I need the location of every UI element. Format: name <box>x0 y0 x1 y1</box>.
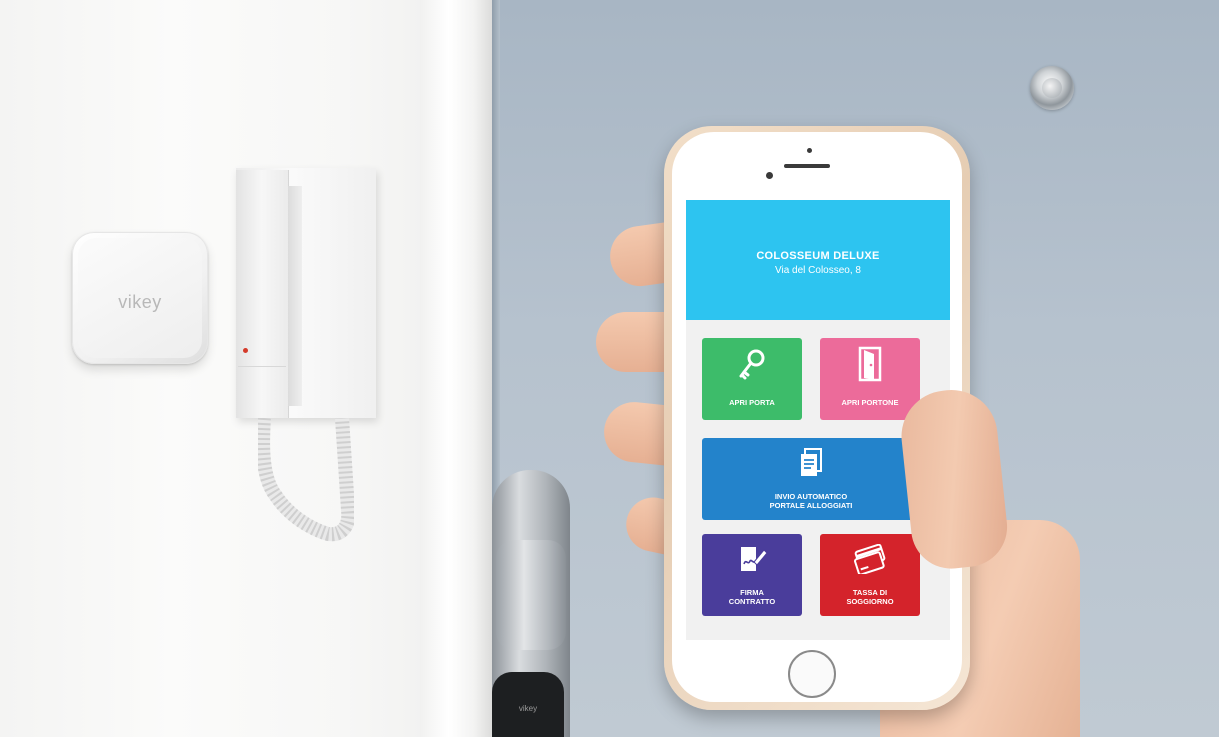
credit-card-icon <box>854 544 886 574</box>
vikey-device-face: vikey <box>78 238 202 358</box>
vikey-logo: vikey <box>118 292 162 312</box>
vikey-device: vikey <box>72 232 208 364</box>
key-icon <box>739 349 765 380</box>
property-address: Via del Colosseo, 8 <box>775 265 861 276</box>
apri-porta-label: APRI PORTA <box>729 398 775 407</box>
apri-portone-button[interactable]: APRI PORTONE <box>820 338 920 420</box>
smart-lock-cylinder: vikey <box>492 672 564 737</box>
invio-label-line1: INVIO AUTOMATICO <box>774 492 848 501</box>
peephole-lens <box>1042 78 1062 98</box>
door-icon <box>858 346 882 382</box>
invio-alloggiati-button[interactable]: INVIO AUTOMATICO PORTALE ALLOGGIATI <box>702 438 920 520</box>
tassa-soggiorno-button[interactable]: TASSA DI SOGGIORNO <box>820 534 920 616</box>
door-frame <box>420 0 492 737</box>
tassa-label-line2: SOGGIORNO <box>846 597 894 606</box>
apri-portone-label: APRI PORTONE <box>841 398 899 407</box>
signature-icon <box>741 547 768 571</box>
front-camera-icon <box>766 172 773 179</box>
app-header: COLOSSEUM DELUXE Via del Colosseo, 8 <box>686 200 950 320</box>
property-name: COLOSSEUM DELUXE <box>756 250 880 262</box>
earpiece-speaker <box>784 164 830 168</box>
smart-lock-label: vikey <box>518 704 538 713</box>
invio-label-line2: PORTALE ALLOGGIATI <box>769 501 853 510</box>
apri-porta-button[interactable]: APRI PORTA <box>702 338 802 420</box>
peephole-icon <box>1030 66 1074 110</box>
photo-scene: vikey vikey COLOSSEUM DELUXE Via del Col… <box>0 0 1219 737</box>
door-handle-icon <box>496 540 566 650</box>
document-icon <box>801 448 822 476</box>
intercom-slot <box>288 186 302 406</box>
intercom-divider <box>238 366 286 367</box>
intercom-handset <box>236 170 289 418</box>
home-button[interactable] <box>788 650 836 698</box>
proximity-sensor <box>807 148 812 153</box>
firma-label-line1: FIRMA <box>740 588 764 597</box>
firma-contratto-button[interactable]: FIRMA CONTRATTO <box>702 534 802 616</box>
intercom-led-icon <box>243 348 248 353</box>
coiled-cable-icon <box>258 418 354 542</box>
tassa-label-line1: TASSA DI <box>852 588 888 597</box>
firma-label-line2: CONTRATTO <box>728 597 776 606</box>
